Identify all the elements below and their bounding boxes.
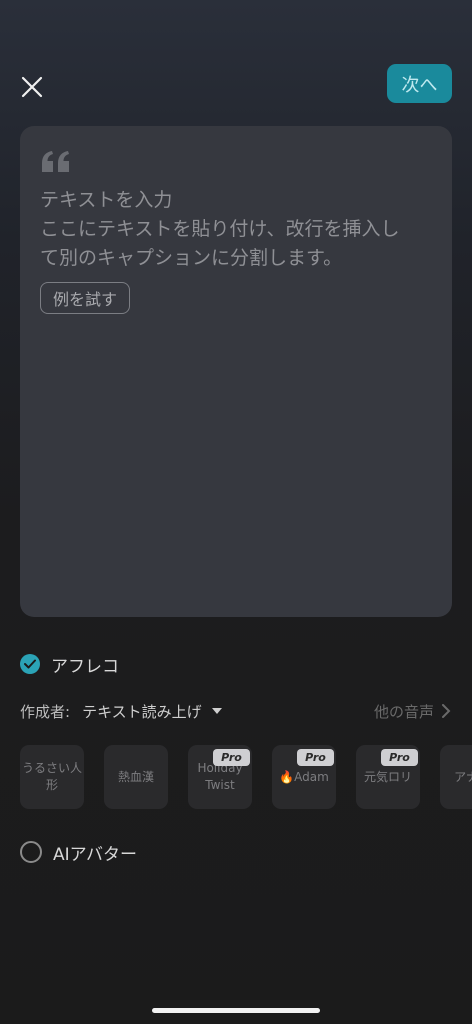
checkmark-icon: [20, 654, 40, 674]
voice-tile-partial[interactable]: アナサ: [440, 745, 472, 809]
voice-tile-urusai-ningyo[interactable]: うるさい人形: [20, 745, 84, 809]
more-voices-link[interactable]: 他の音声: [374, 701, 452, 722]
chevron-right-icon: [442, 704, 451, 718]
try-example-button[interactable]: 例を試す: [40, 282, 131, 314]
placeholder-title: テキストを入力: [40, 189, 173, 211]
voice-name: 熱血漢: [117, 769, 154, 784]
pro-badge: Pro: [381, 749, 418, 766]
voice-tile-nekketsukan[interactable]: 熱血漢: [104, 745, 168, 809]
afureko-label: アフレコ: [51, 656, 119, 677]
voice-name: 🔥Adam: [279, 769, 329, 784]
pro-badge: Pro: [297, 749, 334, 766]
radio-unchecked-icon: [20, 841, 42, 863]
more-voices-label: 他の音声: [373, 702, 434, 721]
ai-avatar-option[interactable]: AIアバター: [20, 841, 137, 865]
home-indicator: [152, 1008, 320, 1013]
close-icon: [21, 76, 43, 98]
close-button[interactable]: [20, 75, 44, 99]
voice-name: アナサ: [454, 769, 472, 784]
voice-tile-genki-loli[interactable]: 元気ロリ Pro: [356, 745, 420, 809]
afureko-option[interactable]: アフレコ: [20, 653, 119, 677]
voice-name: 元気ロリ: [363, 769, 412, 784]
pro-badge: Pro: [213, 749, 250, 766]
voice-tile-adam[interactable]: 🔥Adam Pro: [272, 745, 336, 809]
ai-avatar-label: AIアバター: [53, 844, 137, 865]
quote-icon: [42, 151, 69, 172]
placeholder-hint-line2: て別のキャプションに分割します。: [40, 247, 343, 269]
creator-dropdown[interactable]: テキスト読み上げ: [82, 701, 202, 722]
creator-row: 作成者: テキスト読み上げ 他の音声: [20, 700, 452, 722]
placeholder-text: テキストを入力 ここにテキストを貼り付け、改行を挿入し て別のキャプションに分割…: [40, 186, 440, 273]
text-input-area[interactable]: テキストを入力 ここにテキストを貼り付け、改行を挿入し て別のキャプションに分割…: [20, 126, 452, 617]
placeholder-hint-line1: ここにテキストを貼り付け、改行を挿入し: [40, 218, 400, 240]
next-button[interactable]: 次へ: [387, 64, 452, 103]
voice-tile-holiday-twist[interactable]: Holiday Twist Pro: [188, 745, 252, 809]
voice-name: うるさい人形: [22, 761, 83, 792]
caret-down-icon[interactable]: [211, 708, 222, 714]
voice-list: うるさい人形 熱血漢 Holiday Twist Pro 🔥Adam Pro 元…: [20, 745, 472, 809]
creator-label: 作成者:: [20, 702, 71, 721]
